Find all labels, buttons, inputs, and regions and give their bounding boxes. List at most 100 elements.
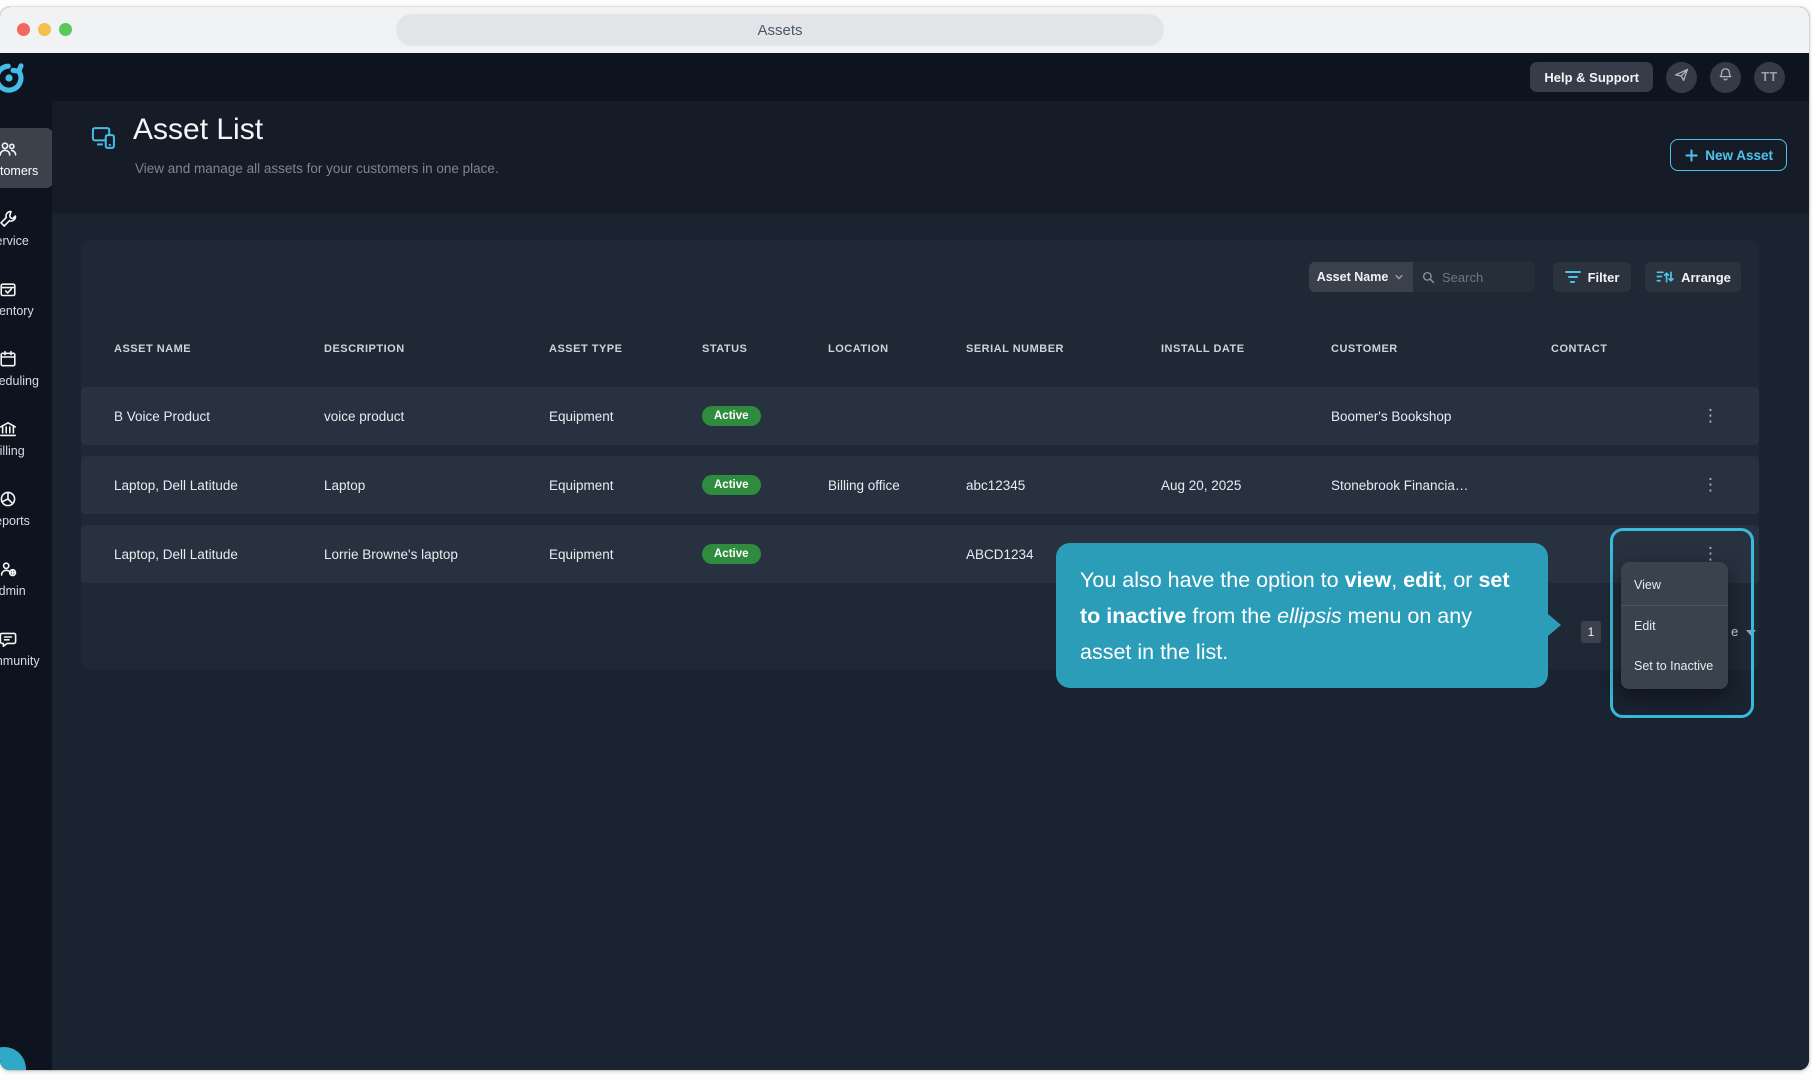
row-ellipsis-menu-button[interactable]: ⋮: [1694, 475, 1727, 496]
cell-type: Equipment: [549, 547, 702, 562]
reports-icon: [0, 489, 18, 509]
announcements-button[interactable]: [1666, 62, 1697, 93]
page-number: 1: [1588, 625, 1595, 639]
column-header-asset-name: Asset Name: [114, 343, 324, 355]
cell-description: Laptop: [324, 478, 549, 493]
menu-item-edit[interactable]: Edit: [1621, 606, 1728, 646]
cell-location: Billing office: [828, 478, 966, 493]
status-badge: Active: [702, 475, 761, 495]
search-box: [1413, 262, 1535, 292]
cell-serial: abc12345: [966, 478, 1161, 493]
tour-tooltip-text: You also have the option to view, edit, …: [1080, 568, 1510, 664]
filter-label: Filter: [1588, 270, 1620, 285]
cell-type: Equipment: [549, 478, 702, 493]
table-header-row: Asset NameDescriptionAsset TypeStatusLoc…: [81, 336, 1759, 362]
window-title-pill: Assets: [396, 14, 1164, 46]
arrange-button[interactable]: Arrange: [1645, 262, 1741, 292]
sidebar-item-customers[interactable]: Customers: [0, 128, 52, 188]
table-row[interactable]: Laptop, Dell LatitudeLaptopEquipmentActi…: [81, 456, 1759, 514]
sidebar-item-label: Billing: [0, 444, 25, 458]
bell-icon: [1717, 66, 1734, 88]
column-header-install-date: Install Date: [1161, 343, 1331, 355]
app-window: Assets Help & Support: [0, 7, 1809, 1070]
customers-icon: [0, 139, 18, 159]
cell-type: Equipment: [549, 409, 702, 424]
close-window-button[interactable]: [17, 23, 30, 36]
sidebar-item-label: Customers: [0, 164, 38, 178]
help-support-button[interactable]: Help & Support: [1530, 62, 1653, 92]
menu-item-set-to-inactive[interactable]: Set to Inactive: [1621, 646, 1728, 686]
user-avatar[interactable]: TT: [1754, 62, 1785, 93]
new-asset-label: New Asset: [1705, 148, 1773, 163]
page-subtitle: View and manage all assets for your cust…: [135, 161, 499, 176]
sidebar-item-scheduling[interactable]: Scheduling: [0, 338, 52, 398]
inventory-icon: [0, 279, 18, 299]
arrange-label: Arrange: [1681, 270, 1731, 285]
table-controls: Asset Name: [1309, 262, 1741, 292]
column-header-serial-number: Serial Number: [966, 343, 1161, 355]
sidebar-item-label: Reports: [0, 514, 30, 528]
filter-button[interactable]: Filter: [1553, 262, 1631, 292]
row-ellipsis-menu-button[interactable]: ⋮: [1694, 406, 1727, 427]
sidebar-item-admin[interactable]: Admin: [0, 548, 52, 608]
sidebar-item-billing[interactable]: Billing: [0, 408, 52, 468]
sidebar-item-community[interactable]: Community: [0, 618, 52, 678]
window-chrome: Assets: [0, 7, 1809, 53]
cell-name: Laptop, Dell Latitude: [114, 547, 324, 562]
sidebar-item-label: Inventory: [0, 304, 34, 318]
cell-status: Active: [702, 475, 828, 495]
column-header-status: Status: [702, 343, 828, 355]
sidebar-item-inventory[interactable]: Inventory: [0, 268, 52, 328]
chevron-down-icon: [1393, 271, 1405, 283]
zoom-window-button[interactable]: [59, 23, 72, 36]
sidebar-item-label: Scheduling: [0, 374, 39, 388]
arrange-sort-icon: [1655, 269, 1674, 285]
sidebar-item-reports[interactable]: Reports: [0, 478, 52, 538]
sidebar-items: Customers Service Inventory Scheduling Billi…: [0, 128, 52, 678]
cell-status: Active: [702, 406, 828, 426]
app-logo-icon: [0, 60, 27, 96]
sidebar-item-service[interactable]: Service: [0, 198, 52, 258]
cell-actions: ⋮: [1681, 406, 1743, 427]
search-field-select[interactable]: Asset Name: [1309, 262, 1413, 292]
assets-devices-icon: [90, 124, 118, 152]
table-row[interactable]: B Voice Productvoice productEquipmentAct…: [81, 387, 1759, 445]
avatar-initials: TT: [1761, 70, 1777, 84]
column-header-description: Description: [324, 343, 549, 355]
column-header-customer: Customer: [1331, 343, 1551, 355]
cell-description: Lorrie Browne's laptop: [324, 547, 549, 562]
send-icon: [1673, 66, 1690, 88]
search-input[interactable]: [1442, 270, 1522, 285]
cell-name: Laptop, Dell Latitude: [114, 478, 324, 493]
status-badge: Active: [702, 406, 761, 426]
menu-item-view[interactable]: View: [1621, 565, 1728, 605]
admin-icon: [0, 559, 18, 579]
minimize-window-button[interactable]: [38, 23, 51, 36]
ellipsis-context-menu: ViewEditSet to Inactive: [1621, 562, 1728, 689]
cell-customer: Stonebrook Financia…: [1331, 478, 1551, 493]
page-title: Asset List: [133, 113, 263, 147]
cell-status: Active: [702, 544, 828, 564]
notifications-button[interactable]: [1710, 62, 1741, 93]
search-field-value: Asset Name: [1317, 270, 1389, 284]
plus-icon: [1684, 148, 1699, 163]
sidebar-item-label: Community: [0, 654, 40, 668]
page-header: Asset List View and manage all assets fo…: [52, 101, 1809, 213]
cell-actions: ⋮: [1681, 475, 1743, 496]
traffic-lights: [17, 23, 72, 36]
page-number-button[interactable]: 1: [1581, 621, 1601, 643]
sidebar: Customers Service Inventory Scheduling Billi…: [0, 101, 52, 1070]
cell-install_date: Aug 20, 2025: [1161, 478, 1331, 493]
app-header: Help & Support: [0, 53, 1809, 101]
billing-icon: [0, 419, 18, 439]
cell-name: B Voice Product: [114, 409, 324, 424]
community-icon: [0, 629, 18, 649]
header-actions: Help & Support: [1530, 53, 1785, 101]
new-asset-button[interactable]: New Asset: [1670, 139, 1787, 171]
column-header-location: Location: [828, 343, 966, 355]
cell-customer: Boomer's Bookshop: [1331, 409, 1551, 424]
sidebar-item-label: Service: [0, 234, 29, 248]
window-title: Assets: [757, 22, 802, 39]
scheduling-icon: [0, 349, 18, 369]
status-badge: Active: [702, 544, 761, 564]
